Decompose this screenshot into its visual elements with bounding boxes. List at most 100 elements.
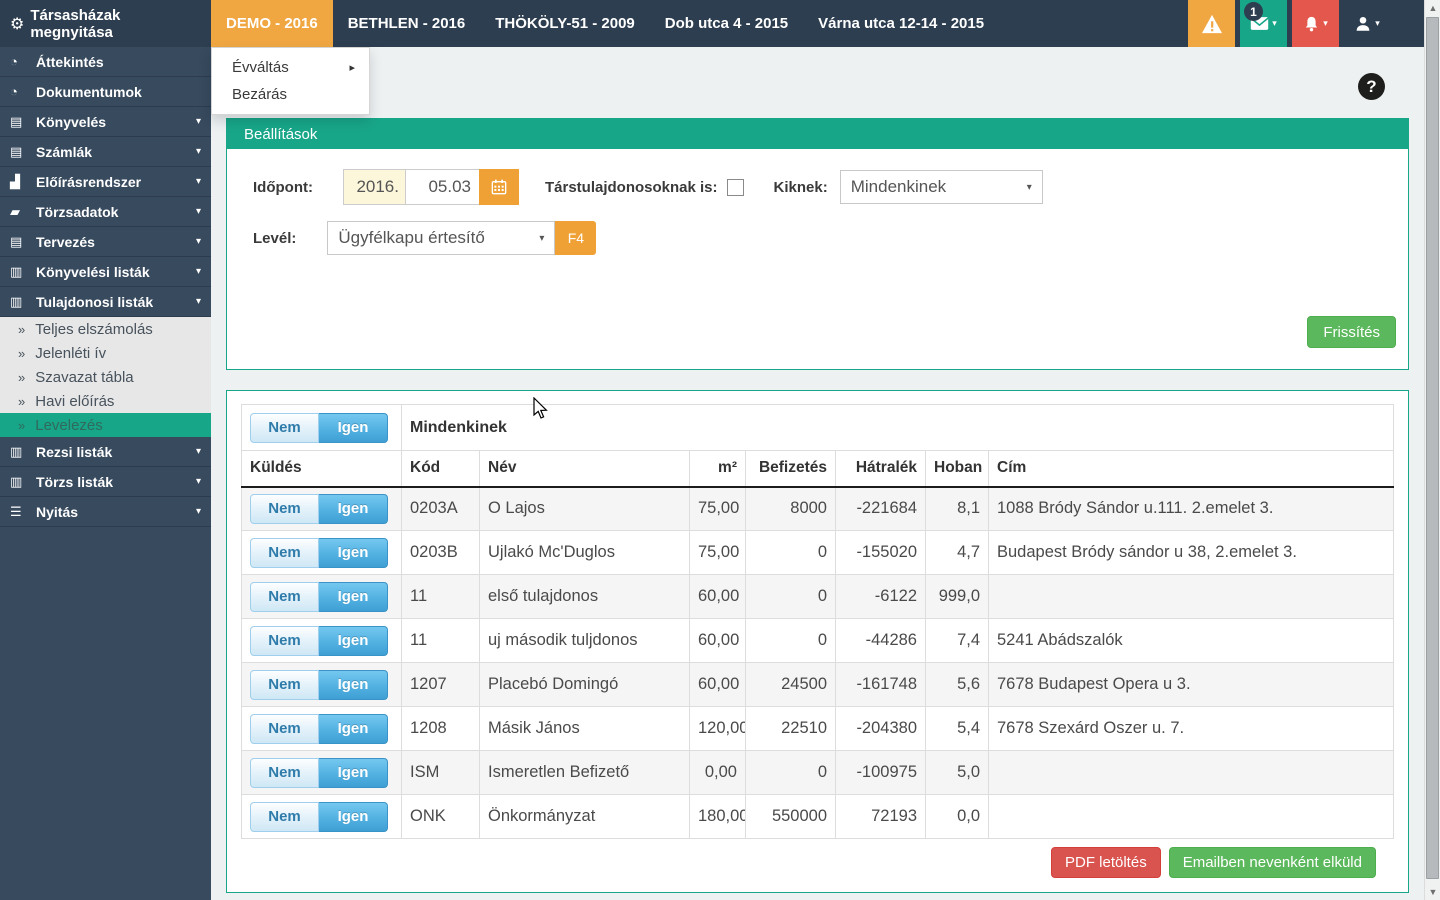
cell-cim: 1088 Bródy Sándor u.111. 2.emelet 3. (989, 487, 1394, 531)
pdf-download-button[interactable]: PDF letöltés (1051, 847, 1161, 878)
column-header: Cím (989, 451, 1394, 487)
messages-button[interactable]: 1 ▾ (1240, 0, 1287, 47)
sidebar-item-label: Könyvelés (36, 114, 106, 130)
nem-button[interactable]: Nem (250, 582, 319, 612)
recipients-select[interactable]: Mindenkinek ▾ (840, 170, 1043, 204)
igen-all-button[interactable]: Igen (319, 413, 388, 443)
dropdown-item-label: Bezárás (232, 86, 287, 103)
page-scrollbar[interactable]: ▲ ▼ (1424, 0, 1440, 900)
column-header: Küldés (242, 451, 402, 487)
nem-all-button[interactable]: Nem (250, 413, 319, 443)
sidebar-item[interactable]: ▰ Törzsadatok ▾ (0, 197, 211, 227)
nem-button[interactable]: Nem (250, 758, 319, 788)
year-input[interactable]: 2016. (344, 170, 406, 204)
sidebar-item[interactable]: ▥ Tulajdonosi listák ▾ (0, 287, 211, 317)
cell-m2: 60,00 (690, 575, 746, 619)
sidebar-item[interactable]: ☰ Nyitás ▾ (0, 497, 211, 527)
cell-kod: 11 (402, 619, 480, 663)
sidebar-subitem[interactable]: » Levelezés (0, 413, 211, 437)
nem-button[interactable]: Nem (250, 626, 319, 656)
sidebar-item[interactable]: ◔ Áttekintés (0, 47, 211, 77)
notifications-button[interactable]: ▾ (1292, 0, 1339, 47)
igen-button[interactable]: Igen (319, 758, 388, 788)
refresh-button[interactable]: Frissítés (1307, 316, 1396, 348)
letter-type-select[interactable]: Ügyfélkapu értesítő ▾ (327, 221, 555, 255)
nem-button[interactable]: Nem (250, 538, 319, 568)
cell-kod: ONK (402, 795, 480, 839)
condo-tab[interactable]: Dob utca 4 - 2015 (650, 0, 803, 47)
dropdown-menu-item[interactable]: Évváltás ▸ (212, 54, 369, 81)
cell-kod: 1207 (402, 663, 480, 707)
cell-nev: Ujlakó Mc'Duglos (480, 531, 690, 575)
chevron-down-icon: ▾ (196, 506, 201, 517)
sidebar-item[interactable]: ▥ Könyvelési listák ▾ (0, 257, 211, 287)
cell-kod: 1208 (402, 707, 480, 751)
sidebar-item[interactable]: ◔ Dokumentumok (0, 77, 211, 107)
cell-cim: 5241 Abádszalók (989, 619, 1394, 663)
bank-icon: ▥ (10, 444, 36, 460)
table-row: Nem Igen 1208 Másik János 120,00 22510 -… (242, 707, 1394, 751)
cell-hoban: 8,1 (926, 487, 989, 531)
sidebar-subitem[interactable]: » Teljes elszámolás (0, 317, 211, 341)
column-header: Befizetés (746, 451, 836, 487)
scrollbar-thumb[interactable] (1426, 17, 1439, 879)
condo-tab[interactable]: THÖKÖLY-51 - 2009 (480, 0, 650, 47)
cell-hoban: 5,4 (926, 707, 989, 751)
sidebar-item[interactable]: ▤ Tervezés ▾ (0, 227, 211, 257)
igen-button[interactable]: Igen (319, 626, 388, 656)
sidebar-item[interactable]: ▟ Előírásrendszer ▾ (0, 167, 211, 197)
scroll-down-icon[interactable]: ▼ (1425, 884, 1440, 900)
warning-button[interactable] (1188, 0, 1235, 47)
sidebar-subitem[interactable]: » Szavazat tábla (0, 365, 211, 389)
condo-tab[interactable]: BETHLEN - 2016 (333, 0, 481, 47)
help-button[interactable]: ? (1358, 73, 1385, 100)
table-row: Nem Igen 11 első tulajdonos 60,00 0 -612… (242, 575, 1394, 619)
bank-icon: ▥ (10, 474, 36, 490)
chevron-down-icon: ▾ (1027, 182, 1032, 193)
cell-befizetes: 8000 (746, 487, 836, 531)
letter-label: Levél: (253, 230, 296, 247)
double-chevron-icon: » (18, 346, 25, 361)
cell-befizetes: 550000 (746, 795, 836, 839)
sidebar-item-label: Könyvelési listák (36, 264, 150, 280)
sidebar-item[interactable]: ▥ Rezsi listák ▾ (0, 437, 211, 467)
sidebar-item[interactable]: ▤ Könyvelés ▾ (0, 107, 211, 137)
condo-tab-label: DEMO - 2016 (226, 15, 318, 32)
f4-button[interactable]: F4 (555, 221, 596, 255)
sidebar-subitem[interactable]: » Jelenléti ív (0, 341, 211, 365)
igen-button[interactable]: Igen (319, 582, 388, 612)
top-navbar: ⚙ Társasházak megnyitása DEMO - 2016 BET… (0, 0, 1424, 47)
group-title: Mindenkinek (410, 419, 507, 436)
cell-m2: 180,00 (690, 795, 746, 839)
cell-hoban: 7,4 (926, 619, 989, 663)
nem-button[interactable]: Nem (250, 714, 319, 744)
sidebar-subitem[interactable]: » Havi előírás (0, 389, 211, 413)
cotenants-checkbox[interactable] (727, 179, 744, 196)
igen-button[interactable]: Igen (319, 714, 388, 744)
sidebar-item[interactable]: ▤ Számlák ▾ (0, 137, 211, 167)
nem-button[interactable]: Nem (250, 494, 319, 524)
sidebar-item[interactable]: ▥ Törzs listák ▾ (0, 467, 211, 497)
igen-button[interactable]: Igen (319, 802, 388, 832)
igen-button[interactable]: Igen (319, 494, 388, 524)
chevron-down-icon: ▾ (196, 146, 201, 157)
send-toggle: Nem Igen (250, 494, 388, 524)
nem-button[interactable]: Nem (250, 802, 319, 832)
sidebar-subitem-label: Jelenléti ív (35, 345, 106, 362)
igen-button[interactable]: Igen (319, 538, 388, 568)
cell-m2: 75,00 (690, 531, 746, 575)
user-menu-button[interactable]: ▾ (1344, 0, 1390, 47)
calendar-button[interactable] (479, 169, 519, 205)
cell-kod: 0203A (402, 487, 480, 531)
day-input[interactable]: 05.03 (406, 170, 479, 204)
condo-tab[interactable]: Várna utca 12-14 - 2015 (803, 0, 999, 47)
dropdown-menu-item[interactable]: Bezárás (212, 81, 369, 108)
condo-tab[interactable]: DEMO - 2016 (211, 0, 333, 47)
igen-button[interactable]: Igen (319, 670, 388, 700)
scroll-up-icon[interactable]: ▲ (1425, 0, 1440, 16)
email-send-button[interactable]: Emailben nevenként elküld (1169, 847, 1376, 878)
open-condos-button[interactable]: ⚙ Társasházak megnyitása (0, 0, 211, 47)
nem-button[interactable]: Nem (250, 670, 319, 700)
send-toggle: Nem Igen (250, 670, 388, 700)
cotenants-label: Társtulajdonosoknak is: (545, 179, 718, 196)
